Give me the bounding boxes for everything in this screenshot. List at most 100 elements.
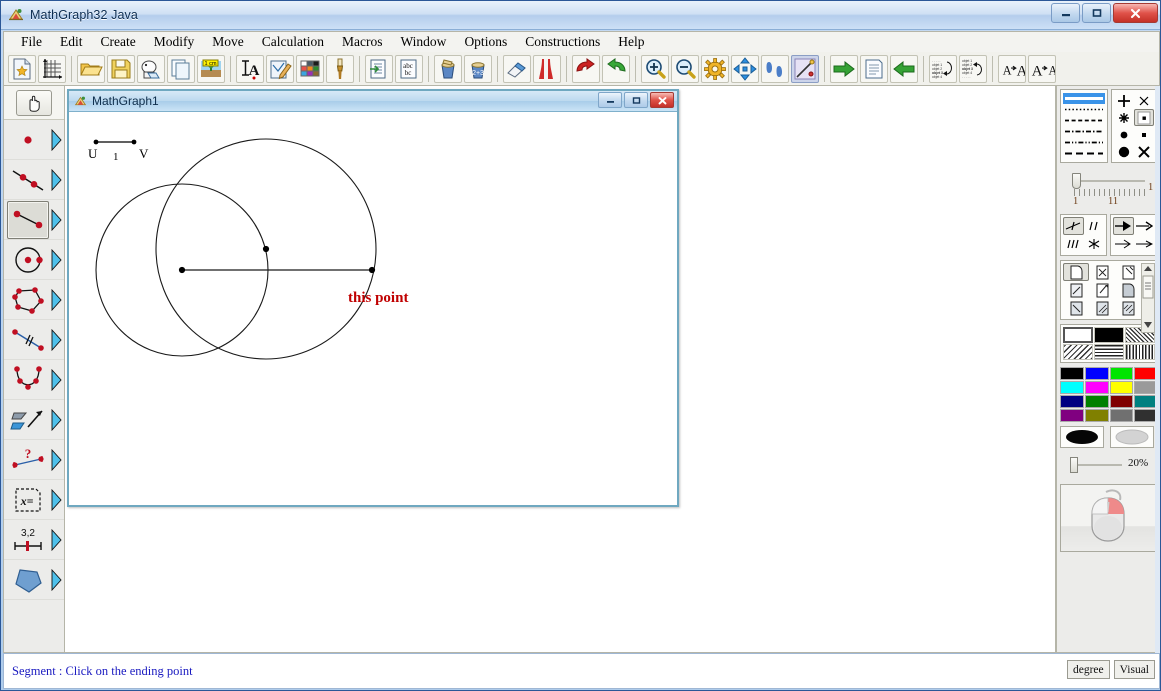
shape-light-ellipse[interactable]	[1110, 426, 1154, 448]
fill-mode-shade-b[interactable]	[1089, 281, 1115, 299]
pattern-diagonal-sparse[interactable]	[1063, 344, 1093, 360]
menu-edit[interactable]: Edit	[51, 32, 92, 52]
fill-mode-shade-d[interactable]	[1089, 299, 1115, 317]
unit-length-button[interactable]: 1 cm	[197, 54, 225, 83]
pattern-vertical-lines[interactable]	[1125, 344, 1155, 360]
mdi-restore-button[interactable]	[624, 92, 648, 108]
font-decrease-button[interactable]: A A	[1028, 54, 1056, 83]
edit-figure-button[interactable]	[266, 54, 294, 83]
mdi-minimize-button[interactable]	[598, 92, 622, 108]
expand-fill-tools-icon[interactable]	[49, 561, 63, 599]
expand-segment-tools-icon[interactable]	[49, 201, 63, 239]
zoom-out-button[interactable]	[671, 54, 699, 83]
arrow-filled[interactable]	[1113, 217, 1134, 235]
arrow-style-selector[interactable]	[1110, 214, 1157, 256]
point-style-small-star[interactable]	[1114, 109, 1134, 126]
opacity-slider[interactable]: 20%	[1060, 454, 1158, 476]
print-button[interactable]	[137, 54, 165, 83]
comment-button[interactable]	[365, 54, 393, 83]
window-maximize-button[interactable]	[1082, 3, 1111, 23]
expand-point-tools-icon[interactable]	[49, 121, 63, 159]
line-style-solid[interactable]	[1063, 93, 1105, 104]
point-style-big-dot[interactable]	[1114, 143, 1134, 160]
fill-mode-shade-c[interactable]	[1063, 299, 1089, 317]
line-tool[interactable]	[7, 161, 49, 199]
point-style-big-cross[interactable]	[1134, 143, 1154, 160]
abc-button[interactable]: abc bc	[395, 54, 423, 83]
color-swatch-yellow[interactable]	[1109, 381, 1134, 394]
thickness-slider[interactable]: 1 11 1	[1060, 168, 1158, 210]
mdi-close-button[interactable]	[650, 92, 674, 108]
line-style-dotted[interactable]	[1063, 104, 1105, 115]
fill-mode-scrollbar[interactable]	[1141, 263, 1155, 333]
color-swatch-darkred[interactable]	[1109, 395, 1134, 408]
color-swatch-midgray[interactable]	[1109, 409, 1134, 422]
redo-button[interactable]	[602, 54, 630, 83]
backward-button[interactable]	[890, 54, 918, 83]
menu-options[interactable]: Options	[455, 32, 516, 52]
point-style-filled-dot[interactable]	[1114, 126, 1134, 143]
pattern-horizontal-lines[interactable]	[1094, 344, 1124, 360]
menu-help[interactable]: Help	[609, 32, 653, 52]
window-close-button[interactable]	[1113, 3, 1158, 23]
undo-button[interactable]	[572, 54, 600, 83]
point-style-tiny-square[interactable]	[1134, 126, 1154, 143]
color-swatch-darkgreen[interactable]	[1084, 395, 1109, 408]
fill-mode-no-fill[interactable]	[1063, 263, 1089, 281]
expand-calculation-tools-icon[interactable]	[49, 481, 63, 519]
menu-move[interactable]: Move	[203, 32, 253, 52]
thickness-slider-track[interactable]	[1073, 180, 1145, 182]
color-swatch-purple[interactable]	[1060, 409, 1084, 422]
mark-asterisk[interactable]	[1084, 235, 1105, 253]
open-button[interactable]	[77, 54, 105, 83]
circle-tool[interactable]	[7, 241, 49, 279]
hand-pointer-tool[interactable]	[16, 89, 52, 116]
perpendicular-tool[interactable]	[7, 321, 49, 359]
expand-perpendicular-tools-icon[interactable]	[49, 321, 63, 359]
move-object-up-button[interactable]: objet 1 objet 2 objet 3 objet 4 . . . . …	[959, 54, 987, 83]
menu-file[interactable]: File	[12, 32, 51, 52]
desktop-vertical-scrollbar[interactable]	[1155, 86, 1160, 653]
expand-coordinates-tools-icon[interactable]	[49, 521, 63, 559]
text-tool-button[interactable]: A	[236, 54, 264, 83]
mark-triple-hash[interactable]	[1063, 235, 1084, 253]
color-swatch-green[interactable]	[1109, 367, 1134, 380]
fill-mode-hatch-corner[interactable]	[1115, 263, 1141, 281]
window-minimize-button[interactable]	[1051, 3, 1080, 23]
arrow-long[interactable]	[1134, 235, 1155, 253]
coordinates-tool[interactable]: 3,2	[7, 521, 49, 559]
mark-hash[interactable]	[1084, 217, 1105, 235]
eraser-button[interactable]	[503, 54, 531, 83]
zoom-in-button[interactable]	[641, 54, 669, 83]
transform-tool[interactable]	[7, 401, 49, 439]
settings-button[interactable]	[701, 54, 729, 83]
fill-surface-tool[interactable]	[7, 561, 49, 599]
footprints-button[interactable]	[761, 54, 789, 83]
fill-mode-cut-corner[interactable]	[1089, 263, 1115, 281]
point-tool[interactable]	[7, 121, 49, 159]
pattern-solid-black[interactable]	[1094, 327, 1124, 343]
menu-constructions[interactable]: Constructions	[516, 32, 609, 52]
history-button[interactable]	[860, 54, 888, 83]
point-style-selector[interactable]	[1110, 89, 1157, 163]
expand-circle-tools-icon[interactable]	[49, 241, 63, 279]
color-swatch-olive[interactable]	[1084, 409, 1109, 422]
opacity-slider-track[interactable]	[1072, 464, 1122, 466]
calculation-tool[interactable]: x=	[7, 481, 49, 519]
color-swatch-navy[interactable]	[1060, 395, 1084, 408]
new-figure-button[interactable]	[8, 54, 36, 83]
color-swatch-magenta[interactable]	[1084, 381, 1109, 394]
copy-button[interactable]	[167, 54, 195, 83]
point-style-square-dot[interactable]	[1133, 109, 1154, 126]
fill-mode-shade-a[interactable]	[1063, 281, 1089, 299]
menu-macros[interactable]: Macros	[333, 32, 392, 52]
angle-unit-button[interactable]: degree	[1067, 660, 1110, 679]
line-style-dashed[interactable]	[1063, 115, 1105, 126]
color-palette[interactable]	[1060, 367, 1158, 422]
pan-button[interactable]	[731, 54, 759, 83]
forward-button[interactable]	[830, 54, 858, 83]
color-swatch-black[interactable]	[1060, 367, 1084, 380]
font-increase-button[interactable]: A A	[998, 54, 1026, 83]
arrow-open[interactable]	[1113, 235, 1134, 253]
color-palette-button[interactable]	[296, 54, 324, 83]
